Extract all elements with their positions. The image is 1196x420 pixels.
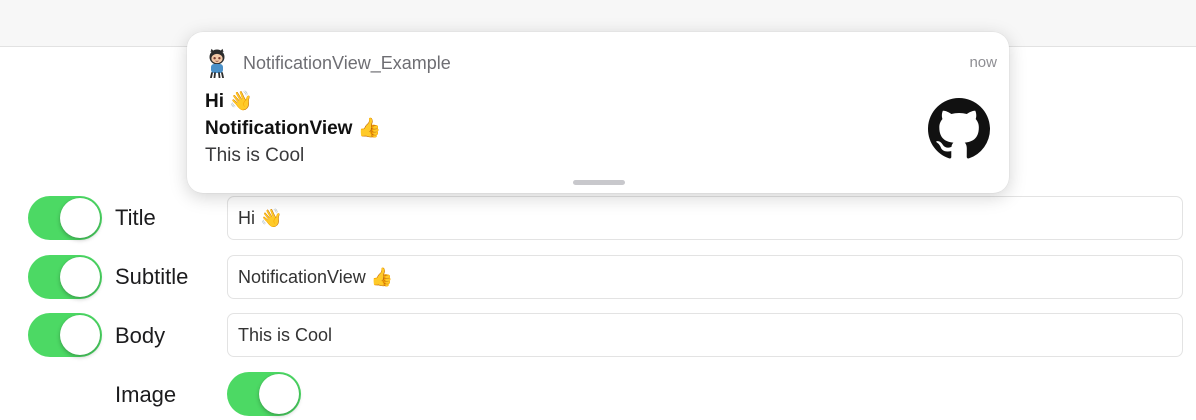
- octocat-icon: [205, 48, 229, 79]
- title-row: Title: [0, 196, 1196, 244]
- image-row: Image: [0, 372, 1196, 420]
- notification-body: This is Cool: [205, 145, 305, 166]
- title-label: Title: [115, 205, 156, 230]
- subtitle-toggle[interactable]: [28, 255, 102, 299]
- notification-subtitle: NotificationView 👍: [205, 118, 382, 139]
- title-toggle[interactable]: [28, 196, 102, 240]
- app-name: NotificationView_Example: [243, 53, 451, 73]
- subtitle-field[interactable]: [227, 255, 1183, 299]
- timestamp: now: [969, 54, 997, 71]
- banner-grabber[interactable]: [573, 180, 625, 185]
- subtitle-label: Subtitle: [115, 264, 189, 289]
- image-toggle[interactable]: [227, 372, 301, 416]
- toggle-knob: [60, 257, 100, 297]
- toggle-knob: [60, 315, 100, 355]
- body-label: Body: [115, 323, 166, 348]
- toggle-knob: [60, 198, 100, 238]
- subtitle-row: Subtitle: [0, 255, 1196, 303]
- body-toggle[interactable]: [28, 313, 102, 357]
- body-field[interactable]: [227, 313, 1183, 357]
- notification-banner[interactable]: NotificationView_Example now Hi 👋 Notifi…: [187, 32, 1009, 193]
- body-row: Body: [0, 313, 1196, 361]
- notification-title: Hi 👋: [205, 91, 253, 112]
- image-label: Image: [115, 382, 177, 407]
- toggle-knob: [259, 374, 299, 414]
- github-logo-icon: [928, 98, 990, 160]
- title-field[interactable]: [227, 196, 1183, 240]
